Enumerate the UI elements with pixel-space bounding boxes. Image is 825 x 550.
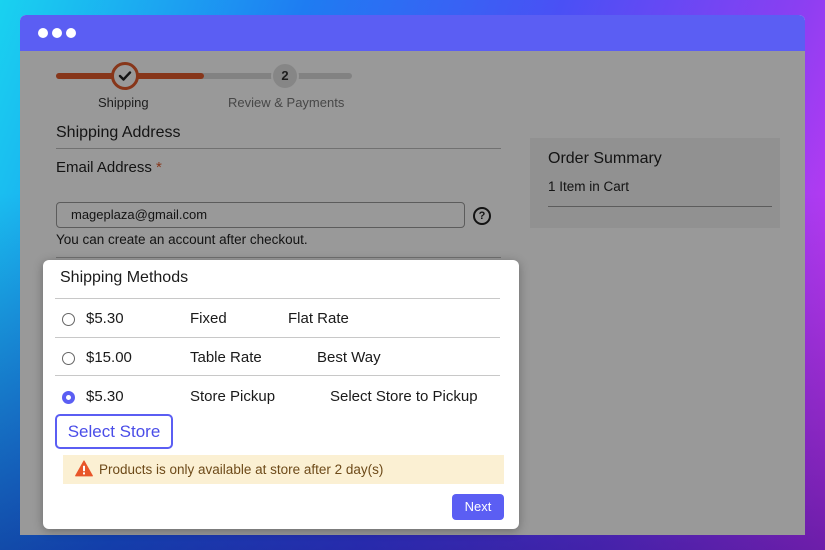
option-price: $5.30 bbox=[86, 310, 124, 327]
warning-text: Products is only available at store afte… bbox=[99, 462, 384, 477]
option-carrier: Select Store to Pickup bbox=[330, 388, 478, 405]
warning-icon bbox=[75, 460, 93, 477]
shipping-option-radio[interactable] bbox=[62, 352, 75, 365]
next-button[interactable]: Next bbox=[452, 494, 504, 520]
shipping-option-radio[interactable] bbox=[62, 313, 75, 326]
window-dot bbox=[52, 28, 62, 38]
shipping-methods-card: Shipping Methods $5.30 Fixed Flat Rate $… bbox=[43, 260, 519, 529]
option-price: $5.30 bbox=[86, 388, 124, 405]
window-dot bbox=[66, 28, 76, 38]
window-titlebar bbox=[20, 15, 805, 51]
divider bbox=[55, 375, 500, 376]
shipping-methods-title: Shipping Methods bbox=[60, 269, 189, 286]
divider bbox=[55, 337, 500, 338]
option-carrier: Flat Rate bbox=[288, 310, 349, 327]
divider bbox=[55, 298, 500, 299]
select-store-button[interactable]: Select Store bbox=[55, 414, 173, 449]
shipping-option-radio-selected[interactable] bbox=[62, 391, 75, 404]
option-method: Fixed bbox=[190, 310, 227, 327]
option-method: Table Rate bbox=[190, 349, 262, 366]
store-warning-banner: Products is only available at store afte… bbox=[63, 455, 504, 484]
option-carrier: Best Way bbox=[317, 349, 381, 366]
option-method: Store Pickup bbox=[190, 388, 276, 405]
option-price: $15.00 bbox=[86, 349, 132, 366]
window-dot bbox=[38, 28, 48, 38]
